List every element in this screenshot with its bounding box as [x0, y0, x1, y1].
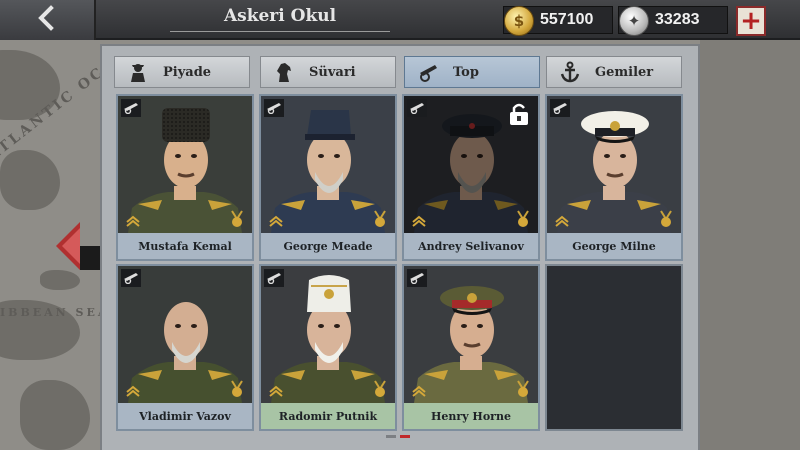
tab-piyade[interactable]: Piyade [114, 56, 250, 88]
back-button[interactable] [0, 0, 96, 40]
medal-icon [371, 209, 389, 229]
medal-icon [657, 209, 675, 229]
map-right-region [700, 40, 800, 450]
artillery-cannon-icon [550, 99, 570, 117]
general-card[interactable]: Radomir Putnik [259, 264, 397, 431]
page-dot-1[interactable] [386, 435, 396, 438]
rank-chevron-icon [269, 213, 283, 227]
prev-page-arrow[interactable] [56, 222, 80, 270]
general-card[interactable]: George Meade [259, 94, 397, 261]
page-dot-2[interactable] [400, 435, 410, 438]
general-card[interactable]: Vladimir Vazov [116, 264, 254, 431]
rank-chevron-icon [126, 213, 140, 227]
top-bar: Askeri Okul $ 557100 ✦ 33283 + [0, 0, 800, 40]
back-arrow-icon [33, 4, 61, 36]
tab-gemiler[interactable]: Gemiler [546, 56, 682, 88]
drawer-handle[interactable] [80, 246, 100, 270]
tab-gemiler-label: Gemiler [595, 64, 654, 80]
map-label-caribbean: IBBEAN SEA [0, 306, 110, 319]
plus-icon: + [740, 6, 762, 36]
page-title: Askeri Okul [170, 6, 390, 32]
gold-counter: $ 557100 [503, 6, 613, 36]
empty-general-slot [545, 264, 683, 431]
general-name: George Milne [547, 233, 681, 259]
artillery-cannon-icon [407, 269, 427, 287]
artillery-cannon-icon [121, 269, 141, 287]
tab-top[interactable]: Top [404, 56, 540, 88]
buy-currency-button[interactable]: + [736, 6, 766, 36]
rank-chevron-icon [126, 383, 140, 397]
general-card[interactable]: Henry Horne [402, 264, 540, 431]
tab-suvari-label: Süvari [309, 64, 356, 80]
general-name: Henry Horne [404, 403, 538, 429]
page-indicator [386, 435, 416, 439]
artillery-cannon-icon [417, 61, 439, 83]
tab-top-label: Top [453, 64, 479, 80]
general-name: Radomir Putnik [261, 403, 395, 429]
general-card[interactable]: George Milne [545, 94, 683, 261]
rank-chevron-icon [269, 383, 283, 397]
rank-chevron-icon [412, 213, 426, 227]
medal-icon [514, 379, 532, 399]
general-name: George Meade [261, 233, 395, 259]
lock-icon [508, 102, 530, 126]
artillery-cannon-icon [121, 99, 141, 117]
medal-icon [228, 379, 246, 399]
general-name: Vladimir Vazov [118, 403, 252, 429]
general-card[interactable]: Mustafa Kemal [116, 94, 254, 261]
tab-piyade-label: Piyade [163, 64, 212, 80]
silver-medal-icon: ✦ [619, 6, 649, 36]
rank-chevron-icon [412, 383, 426, 397]
artillery-cannon-icon [407, 99, 427, 117]
general-name: Mustafa Kemal [118, 233, 252, 259]
anchor-icon [559, 61, 581, 83]
gold-coin-icon: $ [504, 6, 534, 36]
gold-amount: 557100 [540, 11, 594, 28]
silver-counter: ✦ 33283 [618, 6, 728, 36]
category-tabs: Piyade Süvari Top Gemiler [114, 56, 690, 88]
silver-amount: 33283 [655, 11, 700, 28]
artillery-cannon-icon [264, 269, 284, 287]
rank-chevron-icon [555, 213, 569, 227]
medal-icon [371, 379, 389, 399]
medal-icon [514, 209, 532, 229]
medal-icon [228, 209, 246, 229]
general-name: Andrey Selivanov [404, 233, 538, 259]
general-card[interactable]: Andrey Selivanov [402, 94, 540, 261]
tab-suvari[interactable]: Süvari [260, 56, 396, 88]
cavalry-horse-icon [273, 61, 295, 83]
artillery-cannon-icon [264, 99, 284, 117]
chevron-left-icon [56, 222, 80, 270]
infantry-soldier-icon [127, 61, 149, 83]
